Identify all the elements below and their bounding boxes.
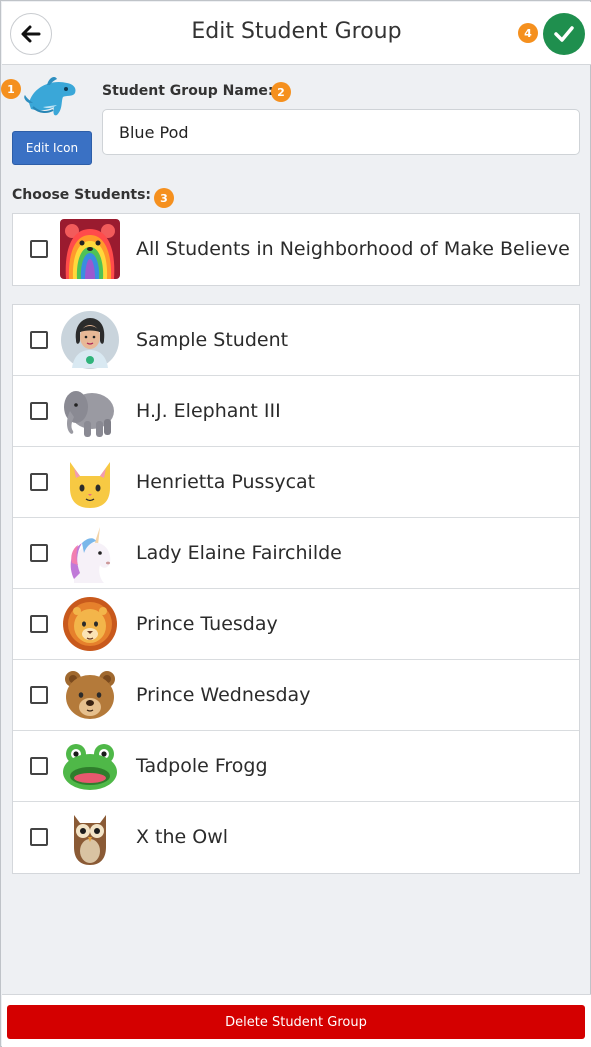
- group-name-input[interactable]: [102, 109, 580, 155]
- checkbox[interactable]: [30, 331, 48, 349]
- checkbox[interactable]: [30, 757, 48, 775]
- list-item-label: Sample Student: [136, 329, 289, 351]
- step-badge-3: 3: [154, 188, 174, 208]
- unicorn-icon: [60, 523, 120, 583]
- list-item[interactable]: Sample Student: [13, 305, 579, 376]
- dolphin-icon: [23, 73, 81, 127]
- lion-icon: [60, 594, 120, 654]
- delete-group-button[interactable]: Delete Student Group: [7, 1005, 585, 1039]
- students-list: Sample Student H.J. Elephant III Henriet…: [12, 304, 580, 874]
- list-item-label: Lady Elaine Fairchilde: [136, 542, 342, 564]
- rainbow-bear-icon: [60, 219, 120, 279]
- header-bar: Edit Student Group 4: [2, 2, 591, 65]
- step-badge-4: 4: [518, 23, 538, 43]
- cat-icon: [60, 452, 120, 512]
- elephant-icon: [60, 381, 120, 441]
- choose-students-label: Choose Students:: [12, 187, 152, 203]
- check-icon: [554, 26, 574, 42]
- step-badge-2: 2: [271, 82, 291, 102]
- footer-bar: Delete Student Group: [2, 994, 591, 1047]
- checkbox[interactable]: [30, 240, 48, 258]
- list-item[interactable]: Tadpole Frogg: [13, 731, 579, 802]
- list-item-label: Tadpole Frogg: [136, 755, 268, 777]
- save-button[interactable]: [543, 13, 585, 55]
- list-item[interactable]: Prince Wednesday: [13, 660, 579, 731]
- checkbox[interactable]: [30, 615, 48, 633]
- person-avatar-icon: [60, 310, 120, 370]
- list-item[interactable]: Henrietta Pussycat: [13, 447, 579, 518]
- all-students-list: All Students in Neighborhood of Make Bel…: [12, 213, 580, 286]
- group-name-label: Student Group Name:: [102, 83, 274, 99]
- owl-icon: [60, 807, 120, 867]
- frog-icon: [60, 736, 120, 796]
- checkbox[interactable]: [30, 402, 48, 420]
- list-item-label: Henrietta Pussycat: [136, 471, 316, 493]
- checkbox[interactable]: [30, 686, 48, 704]
- bear-icon: [60, 665, 120, 725]
- list-item[interactable]: All Students in Neighborhood of Make Bel…: [13, 214, 579, 285]
- checkbox[interactable]: [30, 473, 48, 491]
- list-item-label: H.J. Elephant III: [136, 400, 281, 422]
- list-item[interactable]: Prince Tuesday: [13, 589, 579, 660]
- checkbox[interactable]: [30, 828, 48, 846]
- list-item[interactable]: X the Owl: [13, 802, 579, 873]
- list-item-label: Prince Wednesday: [136, 684, 311, 706]
- page-title: Edit Student Group: [191, 19, 402, 44]
- checkbox[interactable]: [30, 544, 48, 562]
- list-item-label: Prince Tuesday: [136, 613, 278, 635]
- list-item[interactable]: H.J. Elephant III: [13, 376, 579, 447]
- list-item-label: All Students in Neighborhood of Make Bel…: [136, 238, 570, 260]
- app-frame: Edit Student Group 4 1 Edit Icon Student…: [0, 0, 591, 1047]
- edit-icon-button[interactable]: Edit Icon: [12, 131, 92, 165]
- list-item-label: X the Owl: [136, 826, 229, 848]
- step-badge-1: 1: [1, 79, 21, 99]
- list-item[interactable]: Lady Elaine Fairchilde: [13, 518, 579, 589]
